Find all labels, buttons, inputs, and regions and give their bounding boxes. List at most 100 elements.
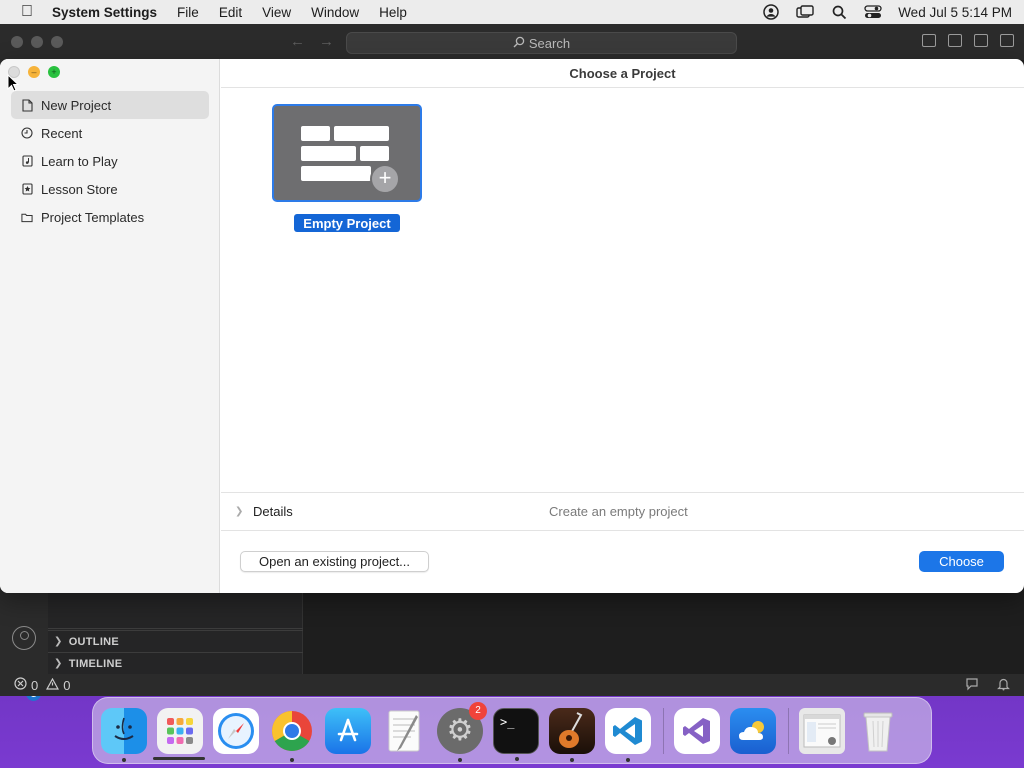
terminal-prompt-icon: >_: [500, 714, 515, 729]
nav-item-recent[interactable]: Recent: [11, 119, 209, 147]
menu-view[interactable]: View: [262, 5, 291, 20]
weather-icon[interactable]: [730, 707, 776, 754]
recent-document-thumbnail[interactable]: [799, 707, 845, 754]
outline-label: OUTLINE: [68, 635, 120, 648]
open-existing-project-button[interactable]: Open an existing project...: [240, 551, 429, 572]
toggle-secondary-sidebar-icon[interactable]: [974, 34, 988, 47]
layout-controls: [922, 34, 1014, 47]
dock-scroll-indicator: [153, 757, 205, 760]
visual-studio-icon[interactable]: [674, 707, 720, 754]
chevron-right-icon: ❯: [54, 636, 63, 647]
chrome-icon[interactable]: [269, 708, 315, 762]
dock-separator: [663, 707, 664, 754]
vscode-minimize-button[interactable]: [31, 36, 43, 48]
empty-project-thumbnail: +: [272, 104, 422, 202]
running-indicator: [626, 757, 630, 762]
running-indicator: [290, 757, 294, 762]
details-disclosure[interactable]: ❯ Details Create an empty project: [221, 492, 1024, 531]
project-nav-list: New Project Recent Learn to Play Lesson …: [11, 91, 209, 231]
thumbnail-block: [301, 146, 356, 161]
accounts-icon[interactable]: [12, 626, 36, 650]
warnings-count: 0: [63, 677, 71, 693]
vscode-zoom-button[interactable]: [51, 36, 63, 48]
outline-section[interactable]: ❯ OUTLINE: [48, 630, 303, 652]
terminal-icon[interactable]: >_: [493, 707, 539, 761]
project-sidebar: – + New Project Recent Learn to Play Les…: [0, 59, 220, 593]
warning-icon: [46, 677, 60, 693]
gear-icon: ⚙: [446, 714, 474, 747]
vscode-close-button[interactable]: [11, 36, 23, 48]
mouse-pointer-icon: [7, 74, 19, 92]
toggle-panel-icon[interactable]: [948, 34, 962, 47]
status-bar: 0 0: [0, 674, 1024, 696]
document-icon: [21, 98, 33, 112]
timeline-label: TIMELINE: [68, 657, 123, 670]
user-account-icon[interactable]: [762, 4, 780, 20]
nav-item-label: New Project: [41, 97, 112, 113]
finder-icon[interactable]: [101, 707, 147, 762]
error-icon: [14, 677, 27, 693]
menu-app-name[interactable]: System Settings: [52, 5, 157, 20]
safari-icon[interactable]: [213, 707, 259, 754]
notification-badge: 2: [469, 701, 487, 720]
project-main-area: Choose a Project + Empty Project ❯ Detai…: [221, 59, 1024, 593]
choose-button[interactable]: Choose: [919, 551, 1004, 572]
template-empty-project[interactable]: + Empty Project: [272, 104, 422, 234]
details-label: Details: [253, 504, 293, 519]
menu-bar:  System Settings File Edit View Window …: [0, 0, 1024, 24]
errors-count: 0: [31, 677, 39, 693]
vscode-command-center[interactable]: Search: [346, 32, 737, 54]
folder-icon: [21, 211, 33, 224]
dialog-zoom-button[interactable]: +: [48, 66, 60, 78]
apple-icon[interactable]: : [18, 3, 36, 21]
menu-edit[interactable]: Edit: [219, 5, 242, 20]
control-center-icon[interactable]: [864, 5, 882, 19]
template-label: Empty Project: [294, 214, 400, 232]
nav-item-new-project[interactable]: New Project: [11, 91, 209, 119]
nav-item-project-templates[interactable]: Project Templates: [11, 203, 209, 231]
clock-icon: [21, 127, 33, 140]
nav-item-lesson-store[interactable]: Lesson Store: [11, 175, 209, 203]
thumbnail-block: [360, 146, 389, 161]
menu-window[interactable]: Window: [311, 5, 359, 20]
thumbnail-block: [301, 126, 330, 141]
bell-icon[interactable]: [997, 677, 1010, 694]
menu-file[interactable]: File: [177, 5, 199, 20]
chevron-right-icon: ❯: [235, 506, 244, 517]
vscode-history-nav: ← →: [290, 33, 334, 50]
forward-arrow-icon[interactable]: →: [319, 33, 334, 50]
launchpad-icon[interactable]: [157, 707, 203, 754]
thumbnail-block: [301, 166, 371, 181]
dock-separator: [788, 707, 789, 754]
back-arrow-icon[interactable]: ←: [290, 33, 305, 50]
spotlight-search-icon[interactable]: [830, 5, 848, 19]
menu-clock[interactable]: Wed Jul 5 5:14 PM: [898, 5, 1012, 20]
system-settings-icon[interactable]: ⚙ 2: [437, 701, 487, 762]
details-description: Create an empty project: [549, 504, 688, 519]
textedit-icon[interactable]: [381, 708, 427, 754]
nav-item-learn-to-play[interactable]: Learn to Play: [11, 147, 209, 175]
app-store-icon[interactable]: [325, 707, 371, 754]
vscode-search-placeholder: Search: [528, 35, 571, 51]
nav-item-label: Recent: [41, 125, 83, 141]
trash-icon[interactable]: [855, 708, 901, 754]
thumbnail-block: [334, 126, 389, 141]
timeline-section[interactable]: ❯ TIMELINE: [48, 652, 303, 674]
nav-item-label: Learn to Play: [41, 153, 118, 169]
dialog-minimize-button[interactable]: –: [28, 66, 40, 78]
music-book-icon: [21, 155, 33, 168]
status-bar-right: [965, 677, 1024, 694]
vscode-icon[interactable]: [605, 707, 651, 762]
dialog-title: Choose a Project: [221, 59, 1024, 88]
search-icon: [513, 36, 525, 51]
screen-mirroring-icon[interactable]: [796, 5, 814, 19]
running-indicator: [122, 757, 126, 762]
feedback-icon[interactable]: [965, 677, 979, 694]
problems-status[interactable]: 0 0: [14, 677, 70, 693]
nav-item-label: Lesson Store: [41, 181, 118, 197]
toggle-primary-sidebar-icon[interactable]: [922, 34, 936, 47]
garageband-icon[interactable]: [549, 707, 595, 762]
menu-help[interactable]: Help: [379, 5, 407, 20]
customize-layout-icon[interactable]: [1000, 34, 1014, 47]
choose-project-dialog: – + New Project Recent Learn to Play Les…: [0, 59, 1024, 593]
